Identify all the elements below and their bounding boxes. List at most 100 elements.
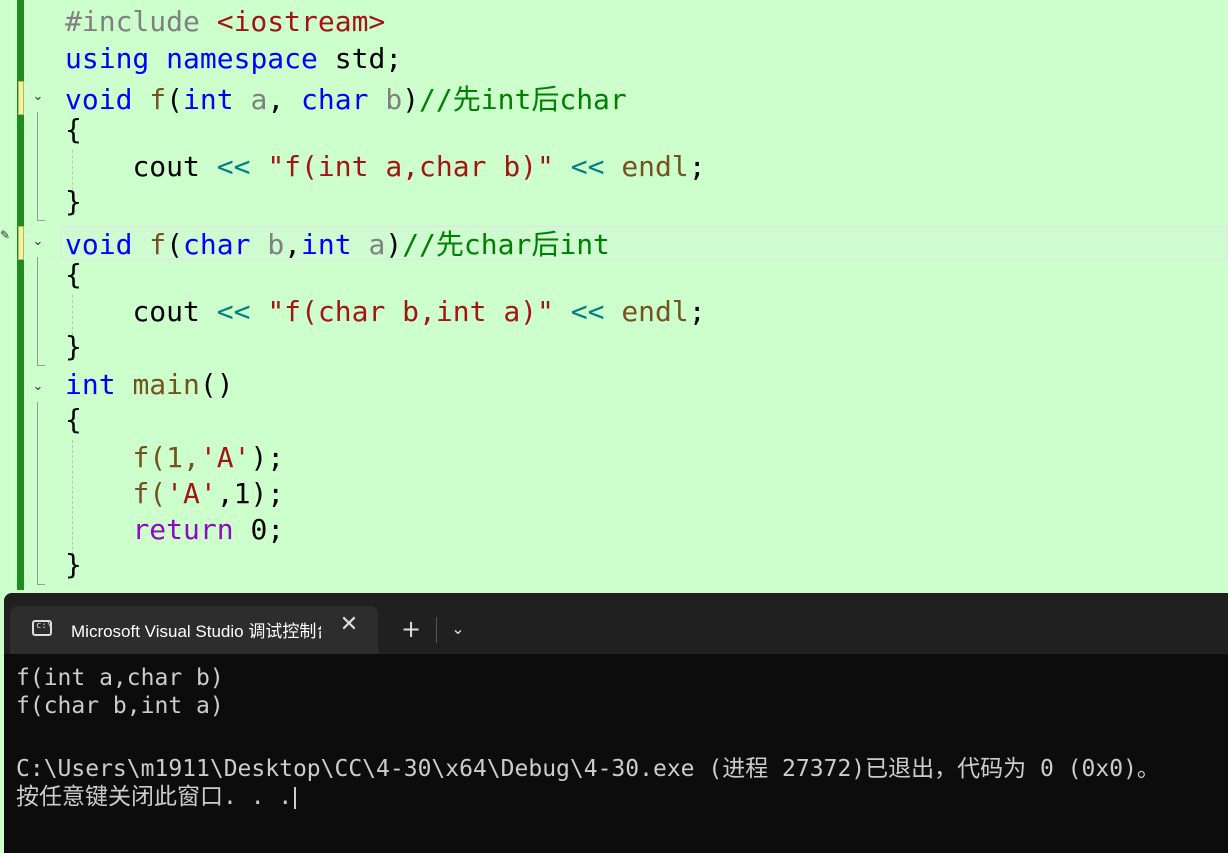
- preprocessor-directive: #include: [65, 5, 200, 38]
- fold-chevron-icon[interactable]: ⌄: [30, 234, 46, 250]
- terminal-output[interactable]: f(int a,char b) f(char b,int a) C:\Users…: [16, 665, 1226, 810]
- fold-guide-end: [37, 220, 45, 221]
- identifier: endl: [621, 295, 689, 328]
- operator: <<: [570, 150, 605, 183]
- unsaved-change-marker: [18, 81, 24, 115]
- parameter: b: [385, 83, 403, 116]
- terminal-icon-text: c:\: [36, 621, 53, 631]
- operator: <<: [570, 295, 605, 328]
- brace: }: [65, 548, 82, 581]
- code-line-16: }: [65, 548, 82, 584]
- output-line: f(int a,char b): [16, 665, 224, 691]
- code-line-1: #include <iostream>: [65, 5, 385, 41]
- char-literal: 'A': [166, 477, 217, 510]
- close-icon[interactable]: ✕: [336, 612, 362, 638]
- function-call: f(: [132, 477, 167, 510]
- comment: //先int后char: [419, 83, 627, 116]
- operator: <<: [216, 150, 251, 183]
- prompt-text: 按任意键关闭此窗口. . .: [16, 784, 293, 810]
- function-call: f(1,: [132, 441, 200, 474]
- brace: {: [65, 258, 82, 291]
- code-line-3: void f(int a, char b)//先int后char: [65, 78, 627, 116]
- code-line-14: f('A',1);: [65, 477, 284, 513]
- function-name: f: [149, 83, 167, 116]
- fold-guide-end: [37, 584, 45, 585]
- code-line-9: cout << "f(char b,int a)" << endl;: [65, 295, 706, 331]
- code-line-8: {: [65, 258, 82, 294]
- punct: ): [402, 83, 420, 116]
- string-literal: "f(char b,int a)": [267, 295, 554, 328]
- code-line-6: }: [65, 185, 82, 221]
- code-line-12: {: [65, 403, 82, 439]
- output-line: C:\Users\m1911\Desktop\CC\4-30\x64\Debug…: [16, 756, 1160, 782]
- terminal-icon: c:\: [32, 620, 52, 636]
- comment: //先char后int: [402, 228, 610, 261]
- literal: 0;: [250, 513, 285, 546]
- fold-guide: [37, 112, 38, 220]
- text-cursor: [294, 786, 297, 809]
- unsaved-change-marker: [18, 226, 24, 260]
- string-literal: "f(int a,char b)": [267, 150, 554, 183]
- code-line-7: void f(char b,int a)//先char后int: [65, 223, 610, 261]
- keyword: namespace: [166, 42, 318, 75]
- function-name: f: [149, 228, 167, 261]
- brace: {: [65, 113, 82, 146]
- punct: (: [166, 228, 184, 261]
- code-line-2: using namespace std;: [65, 42, 402, 78]
- brace: }: [65, 330, 82, 363]
- fold-guide: [37, 402, 38, 584]
- debug-console-window[interactable]: c:\ Microsoft Visual Studio 调试控制台 ✕ + ⌄ …: [4, 593, 1228, 853]
- editor-gutter: [0, 0, 10, 600]
- char-literal: 'A': [199, 441, 251, 474]
- parameter: b: [267, 228, 285, 261]
- code-line-5: cout << "f(int a,char b)" << endl;: [65, 150, 706, 186]
- keyword: void: [65, 228, 133, 261]
- function-name: main: [132, 368, 200, 401]
- code-editor[interactable]: ✎ ⌄ ⌄ ⌄ #include <iostream> using namesp…: [0, 0, 1228, 600]
- code-line-13: f(1,'A');: [65, 441, 284, 477]
- fold-chevron-icon[interactable]: ⌄: [30, 379, 46, 395]
- punct: ;: [688, 295, 706, 328]
- identifier: cout: [132, 150, 200, 183]
- keyword: char: [183, 228, 251, 261]
- code-line-10: }: [65, 330, 82, 366]
- keyword: using: [65, 42, 150, 75]
- brace: {: [65, 403, 82, 436]
- keyword: int: [183, 83, 234, 116]
- parameter: a: [250, 83, 268, 116]
- identifier: std;: [334, 42, 403, 75]
- code-line-15: return 0;: [65, 513, 284, 549]
- keyword: char: [301, 83, 369, 116]
- punct: ,: [267, 83, 302, 116]
- keyword: return: [132, 513, 234, 546]
- keyword: void: [65, 83, 133, 116]
- punct: ;: [688, 150, 706, 183]
- operator: <<: [216, 295, 251, 328]
- fold-guide-end: [37, 365, 45, 366]
- punct: ): [385, 228, 403, 261]
- terminal-tab-bar: c:\ Microsoft Visual Studio 调试控制台 ✕ + ⌄: [4, 593, 1228, 654]
- output-line: f(char b,int a): [16, 693, 224, 719]
- punct: ,1);: [216, 477, 285, 510]
- keyword: int: [301, 228, 352, 261]
- punct: ,: [284, 228, 302, 261]
- code-line-11: int main(): [65, 368, 234, 404]
- keyword: int: [65, 368, 116, 401]
- chevron-down-icon[interactable]: ⌄: [446, 617, 470, 641]
- brace: }: [65, 185, 82, 218]
- plus-icon[interactable]: +: [399, 617, 423, 641]
- pencil-icon: ✎: [0, 228, 11, 242]
- tab-divider: [436, 617, 437, 643]
- parameter: a: [368, 228, 386, 261]
- fold-chevron-icon[interactable]: ⌄: [30, 89, 46, 105]
- identifier: cout: [132, 295, 200, 328]
- include-header: <iostream>: [216, 5, 386, 38]
- tab-debug-console[interactable]: c:\ Microsoft Visual Studio 调试控制台 ✕: [10, 606, 378, 654]
- punct: (): [199, 368, 234, 401]
- identifier: endl: [621, 150, 689, 183]
- punct: );: [250, 441, 285, 474]
- code-line-4: {: [65, 113, 82, 149]
- fold-guide: [37, 257, 38, 365]
- tab-title: Microsoft Visual Studio 调试控制台: [71, 622, 321, 641]
